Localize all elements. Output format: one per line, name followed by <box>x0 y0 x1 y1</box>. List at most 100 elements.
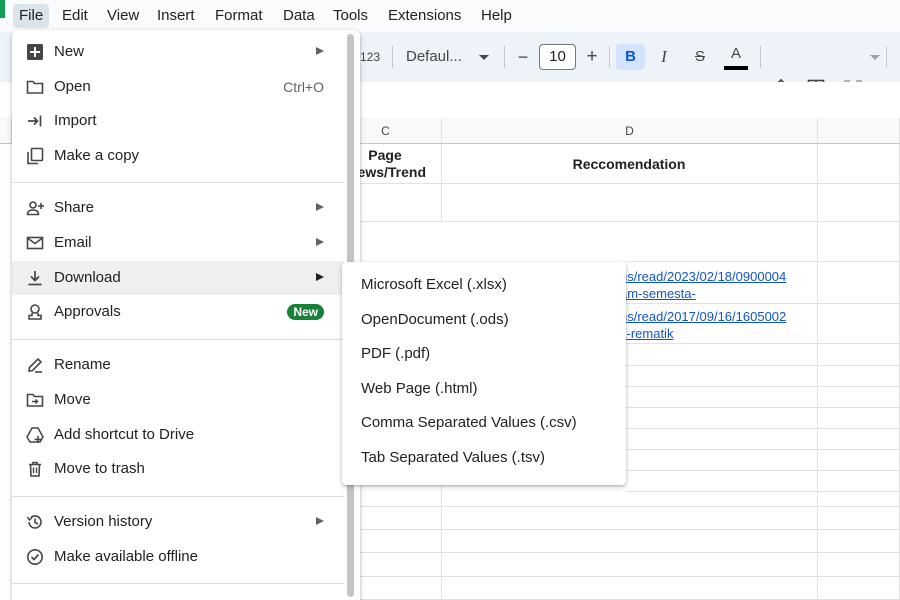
menu-item-rename[interactable]: Rename <box>12 348 344 382</box>
url-link[interactable]: ns/read/2017/09/16/1605002 <box>620 309 812 324</box>
menu-item-import[interactable]: Import <box>12 104 344 138</box>
table-row[interactable] <box>626 366 818 387</box>
url-link[interactable]: it-rematik <box>620 326 812 341</box>
table-row[interactable] <box>442 553 818 577</box>
menu-item-approvals[interactable]: Approvals New <box>12 295 344 329</box>
text-color-button[interactable]: A <box>724 44 748 70</box>
row-header-corner <box>0 118 12 144</box>
menu-file[interactable]: File <box>13 4 50 28</box>
decrease-font-size-button[interactable]: − <box>515 44 531 70</box>
download-ods[interactable]: OpenDocument (.ods) <box>342 303 626 337</box>
cell-d1[interactable]: Reccomendation <box>442 144 818 184</box>
table-row[interactable] <box>818 492 900 507</box>
table-row[interactable] <box>818 184 900 222</box>
font-size-input[interactable]: 10 <box>539 44 576 70</box>
menu-divider <box>12 496 344 497</box>
table-row[interactable]: ns/read/2023/02/18/0900004 am-semesta- <box>620 262 818 304</box>
table-row[interactable] <box>818 553 900 577</box>
table-row[interactable] <box>442 492 818 507</box>
strikethrough-button[interactable]: S <box>689 44 711 70</box>
table-row[interactable] <box>360 577 442 600</box>
url-link[interactable]: ns/read/2023/02/18/0900004 <box>620 269 812 284</box>
chevron-down-icon[interactable] <box>479 55 489 60</box>
table-row[interactable] <box>360 507 442 530</box>
table-row[interactable] <box>818 450 900 471</box>
table-row[interactable] <box>626 344 818 366</box>
folder-icon <box>26 80 44 94</box>
table-row[interactable] <box>818 530 900 553</box>
menu-tools[interactable]: Tools <box>327 4 374 28</box>
column-header-d[interactable]: D <box>442 118 818 144</box>
approvals-icon <box>28 304 42 320</box>
table-row[interactable] <box>818 262 900 304</box>
bold-button[interactable]: B <box>616 44 645 70</box>
table-row[interactable] <box>626 471 818 492</box>
download-xlsx[interactable]: Microsoft Excel (.xlsx) <box>342 268 626 302</box>
table-row[interactable] <box>818 577 900 600</box>
column-header-e[interactable] <box>818 118 900 144</box>
menu-item-open[interactable]: Open Ctrl+O <box>12 70 344 104</box>
submenu-item-label: Comma Separated Values (.csv) <box>361 414 577 431</box>
menu-item-label: Open <box>54 78 91 95</box>
menu-item-version-history[interactable]: Version history <box>12 505 344 539</box>
menu-extensions[interactable]: Extensions <box>382 4 467 28</box>
table-row[interactable] <box>626 450 818 471</box>
table-row[interactable]: ns/read/2017/09/16/1605002 it-rematik <box>620 304 818 344</box>
menu-item-email[interactable]: Email <box>12 226 344 260</box>
table-row[interactable] <box>360 530 442 553</box>
table-row[interactable] <box>626 429 818 450</box>
table-row[interactable] <box>818 429 900 450</box>
menu-view[interactable]: View <box>101 4 145 28</box>
menu-item-make-copy[interactable]: Make a copy <box>12 139 344 173</box>
table-row[interactable] <box>818 408 900 429</box>
table-row[interactable] <box>818 222 900 262</box>
menu-divider <box>12 583 344 584</box>
font-family-select[interactable]: Defaul... <box>406 44 462 70</box>
table-row[interactable] <box>626 387 818 408</box>
table-row[interactable] <box>360 485 442 507</box>
download-pdf[interactable]: PDF (.pdf) <box>342 337 626 371</box>
table-row[interactable] <box>442 530 818 553</box>
url-link[interactable]: am-semesta- <box>620 286 812 301</box>
table-row[interactable] <box>818 304 900 344</box>
menu-edit[interactable]: Edit <box>56 4 94 28</box>
menu-data[interactable]: Data <box>277 4 321 28</box>
table-row[interactable] <box>818 344 900 366</box>
table-row[interactable] <box>818 387 900 408</box>
menu-item-add-shortcut[interactable]: Add shortcut to Drive <box>12 418 344 452</box>
menu-item-label: Email <box>54 234 92 251</box>
menu-item-move-to-trash[interactable]: Move to trash <box>12 452 344 486</box>
table-row[interactable] <box>626 408 818 429</box>
submenu-item-label: Web Page (.html) <box>361 380 478 397</box>
add-person-icon <box>26 201 44 216</box>
table-row[interactable] <box>442 577 818 600</box>
table-row[interactable] <box>818 507 900 530</box>
menu-item-new[interactable]: New <box>12 35 344 69</box>
menu-item-share[interactable]: Share <box>12 191 344 225</box>
menu-item-download[interactable]: Download <box>12 261 344 295</box>
table-row[interactable] <box>818 471 900 492</box>
number-format-button[interactable]: 123 <box>360 44 380 70</box>
download-html[interactable]: Web Page (.html) <box>342 372 626 406</box>
menu-bar: File Edit View Insert Format Data Tools … <box>0 0 900 32</box>
cell-e1[interactable] <box>818 144 900 184</box>
menu-insert[interactable]: Insert <box>151 4 201 28</box>
menu-item-move[interactable]: Move <box>12 383 344 417</box>
download-csv[interactable]: Comma Separated Values (.csv) <box>342 406 626 440</box>
download-tsv[interactable]: Tab Separated Values (.tsv) <box>342 441 626 475</box>
menu-help[interactable]: Help <box>475 4 518 28</box>
table-row[interactable] <box>360 553 442 577</box>
table-row[interactable] <box>818 366 900 387</box>
menu-item-make-offline[interactable]: Make available offline <box>12 540 344 574</box>
submenu-arrow-icon <box>316 517 324 525</box>
table-row[interactable] <box>626 222 818 262</box>
chevron-down-icon[interactable] <box>870 55 880 60</box>
table-row[interactable] <box>442 507 818 530</box>
table-row[interactable] <box>442 184 818 222</box>
increase-font-size-button[interactable]: + <box>583 44 601 70</box>
cell-text: Reccomendation <box>572 156 686 172</box>
italic-button[interactable]: I <box>653 44 675 70</box>
menu-format[interactable]: Format <box>209 4 269 28</box>
menu-item-label: Download <box>54 269 121 286</box>
menu-item-label: New <box>54 43 85 60</box>
